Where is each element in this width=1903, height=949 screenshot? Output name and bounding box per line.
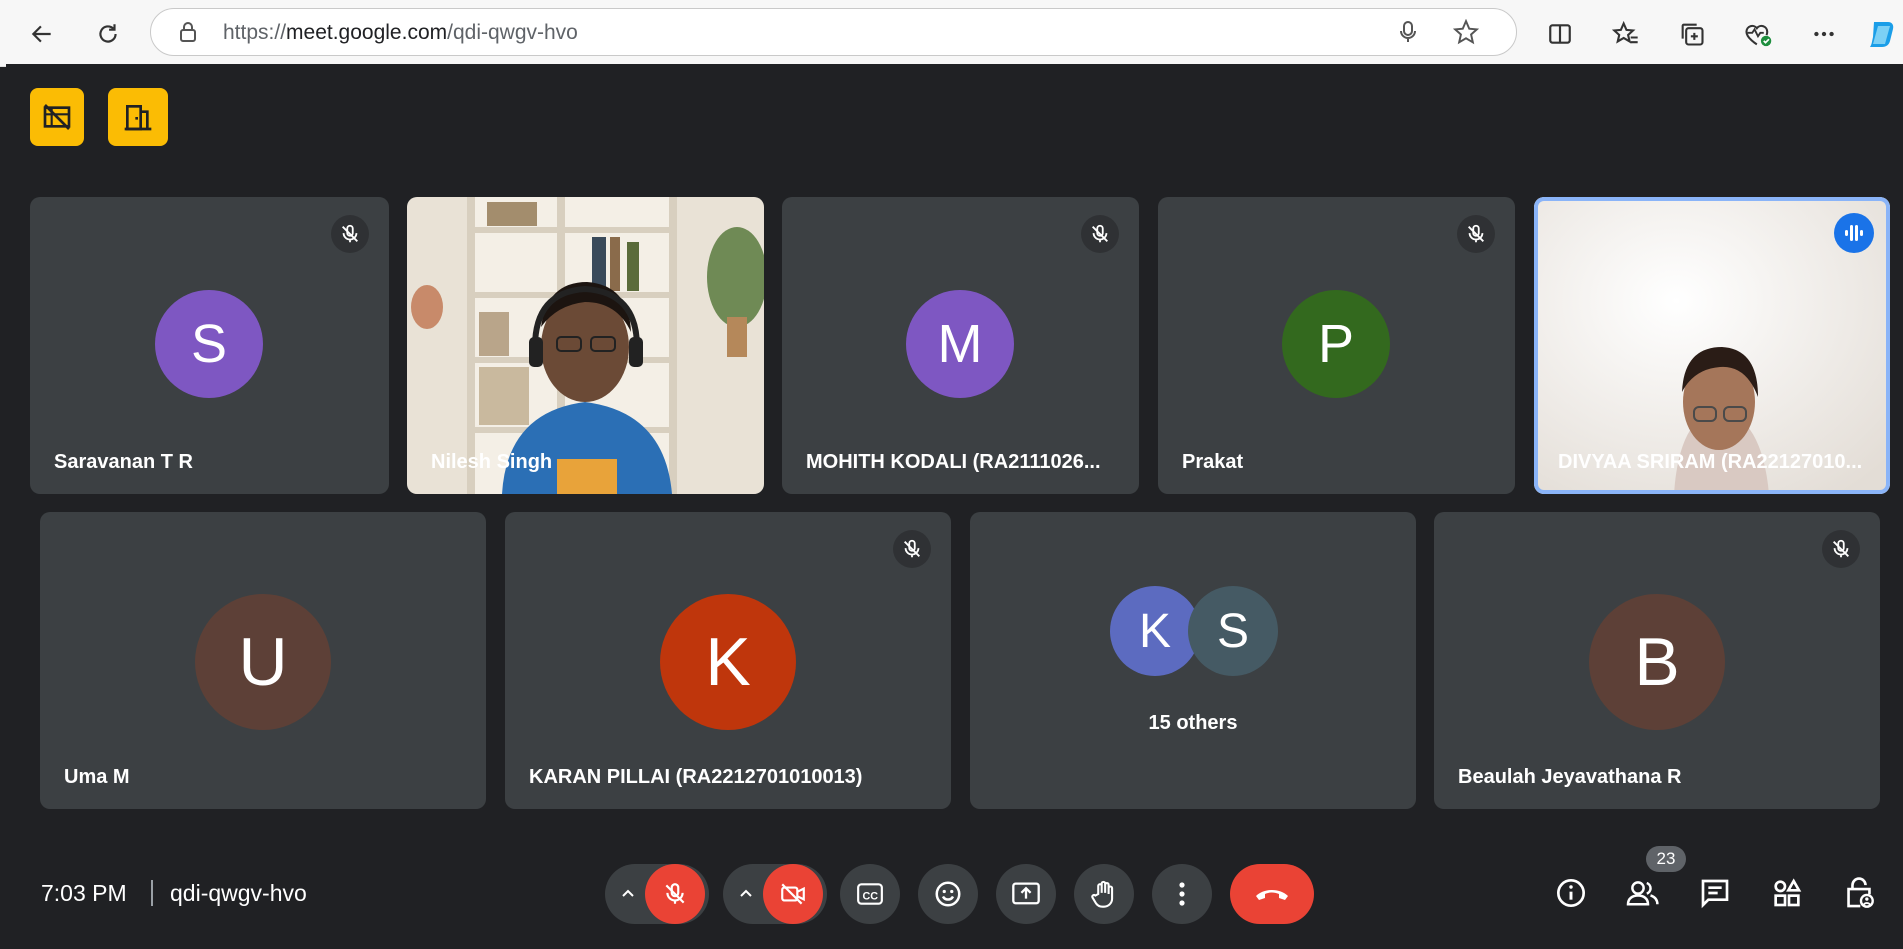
favorite-star-icon[interactable] [1451, 17, 1481, 47]
audio-options-chevron-icon[interactable] [610, 864, 646, 924]
others-tile[interactable]: K S 15 others [970, 512, 1416, 809]
speaking-indicator-icon [1834, 213, 1874, 253]
participant-name: DIVYAA SRIRAM (RA22127010... [1558, 451, 1863, 473]
participant-tile[interactable]: M MOHITH KODALI (RA2111026... [782, 197, 1139, 494]
participant-name: MOHITH KODALI (RA2111026... [806, 451, 1101, 473]
participant-name: Saravanan T R [54, 451, 193, 473]
muted-mic-icon [1081, 215, 1119, 253]
avatar: S [1188, 586, 1278, 676]
url-text: https://meet.google.com/qdi-qwgv-hvo [223, 21, 578, 44]
others-count-label: 15 others [1148, 712, 1238, 734]
people-icon[interactable] [1618, 868, 1668, 918]
muted-mic-icon [1457, 215, 1495, 253]
refresh-icon[interactable] [88, 14, 128, 54]
host-controls-icon[interactable] [1834, 868, 1884, 918]
host-controls-badge[interactable] [108, 88, 168, 146]
participant-name: Uma M [64, 766, 130, 788]
collections-icon[interactable] [1672, 14, 1712, 54]
chat-icon[interactable] [1690, 868, 1740, 918]
avatar: K [1110, 586, 1200, 676]
avatar: K [660, 594, 796, 730]
captions-button[interactable]: CC [840, 864, 900, 924]
meeting-details-icon[interactable] [1546, 868, 1596, 918]
copilot-icon[interactable] [1864, 14, 1903, 54]
participant-tile-video[interactable]: Nilesh Singh [407, 197, 764, 494]
camera-off-button[interactable] [763, 864, 823, 924]
address-bar[interactable]: https://meet.google.com/qdi-qwgv-hvo [150, 8, 1517, 56]
participant-tile[interactable]: P Prakat [1158, 197, 1515, 494]
participant-name: Prakat [1182, 451, 1244, 473]
activities-icon[interactable] [1762, 868, 1812, 918]
video-options-chevron-icon[interactable] [728, 864, 764, 924]
svg-text:CC: CC [862, 890, 878, 902]
back-icon[interactable] [22, 14, 62, 54]
muted-mic-icon [1822, 530, 1860, 568]
clock-time: 7:03 PM [41, 880, 127, 906]
no-recording-badge[interactable] [30, 88, 84, 146]
lock-icon[interactable] [173, 17, 203, 47]
divider [151, 880, 153, 906]
present-screen-button[interactable] [996, 864, 1056, 924]
emoji-reaction-button[interactable] [918, 864, 978, 924]
participant-tile[interactable]: K KARAN PILLAI (RA2212701010013) [505, 512, 951, 809]
leave-call-button[interactable] [1230, 864, 1314, 924]
meeting-code: qdi-qwgv-hvo [170, 880, 307, 906]
participant-tile-video-active[interactable]: DIVYAA SRIRAM (RA22127010... [1534, 197, 1890, 494]
avatar: U [195, 594, 331, 730]
avatar: P [1282, 290, 1390, 398]
participant-name: KARAN PILLAI (RA2212701010013) [529, 766, 863, 788]
participant-tile[interactable]: S Saravanan T R [30, 197, 389, 494]
participant-video [407, 197, 764, 494]
more-options-icon[interactable] [1804, 14, 1844, 54]
avatar: B [1589, 594, 1725, 730]
raise-hand-button[interactable] [1074, 864, 1134, 924]
participant-name: Nilesh Singh [431, 451, 553, 473]
muted-mic-icon [893, 530, 931, 568]
browser-essentials-icon[interactable] [1738, 14, 1778, 54]
muted-mic-icon [331, 215, 369, 253]
split-screen-icon[interactable] [1540, 14, 1580, 54]
favorites-icon[interactable] [1606, 14, 1646, 54]
microphone-off-button[interactable] [645, 864, 705, 924]
participant-name: Beaulah Jeyavathana R [1458, 766, 1682, 788]
avatar: S [155, 290, 263, 398]
microphone-icon[interactable] [1393, 17, 1423, 47]
more-options-button[interactable] [1152, 864, 1212, 924]
browser-toolbar: https://meet.google.com/qdi-qwgv-hvo [0, 0, 1903, 67]
avatar: M [906, 290, 1014, 398]
participant-tile[interactable]: U Uma M [40, 512, 486, 809]
participant-tile[interactable]: B Beaulah Jeyavathana R [1434, 512, 1880, 809]
